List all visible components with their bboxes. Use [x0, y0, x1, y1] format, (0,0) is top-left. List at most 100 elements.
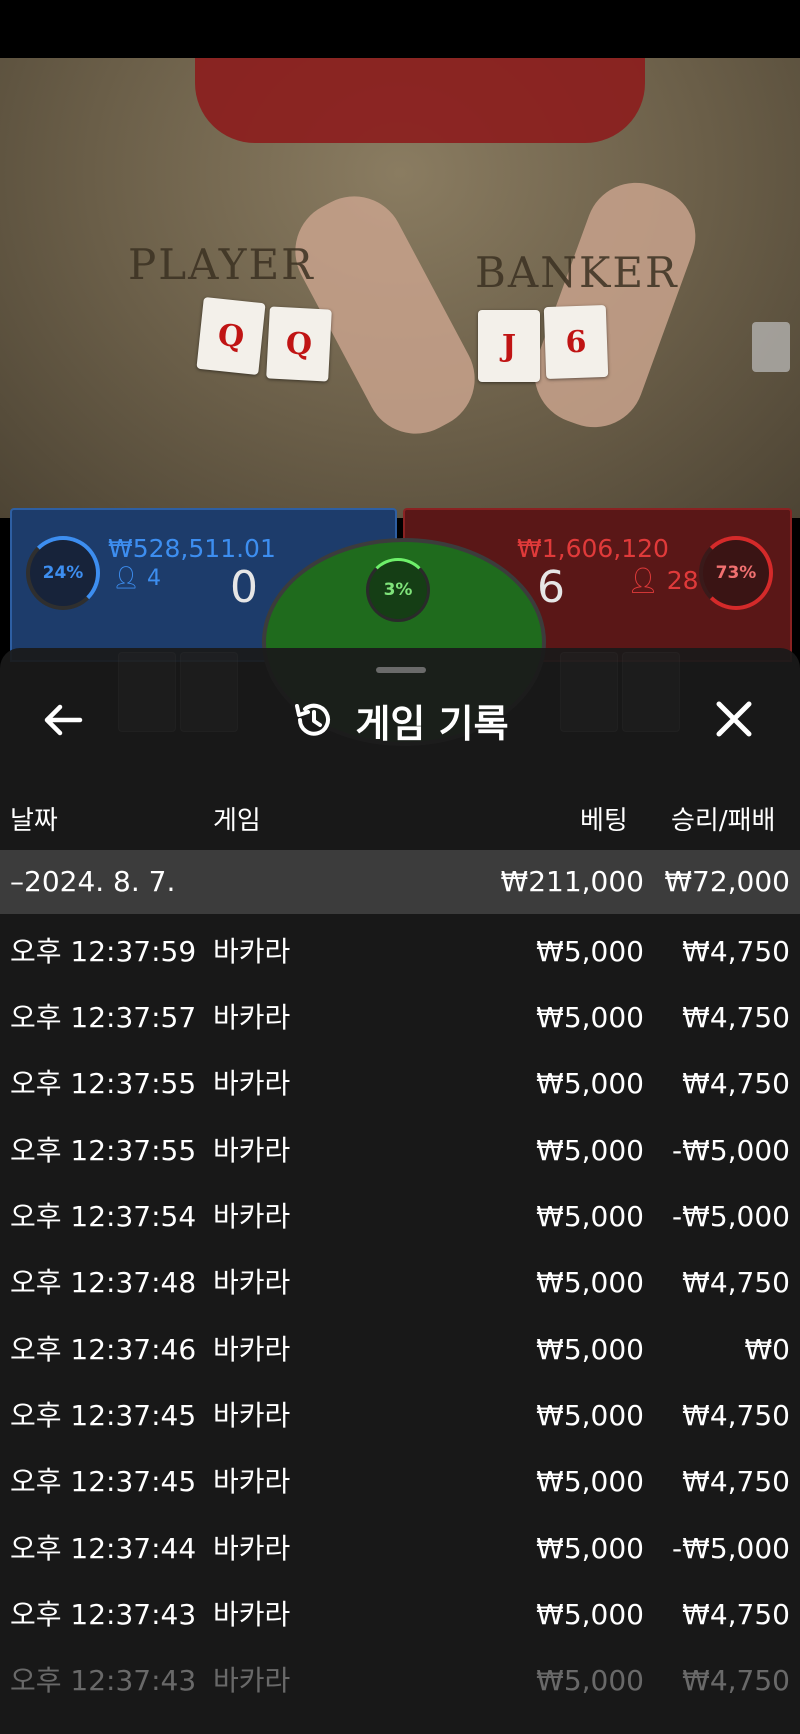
banker-percent: 73% [715, 563, 757, 583]
row-bet: ₩5,000 [536, 1333, 644, 1366]
row-bet: ₩5,000 [536, 1664, 644, 1697]
column-header-bet: 베팅 [580, 806, 628, 836]
row-time: 오후 12:37:46 [10, 1333, 197, 1366]
banker-percent-ring: 73% [699, 536, 773, 610]
row-bet: ₩5,000 [536, 935, 644, 968]
bg-card [118, 652, 176, 732]
player-percent: 24% [42, 563, 84, 583]
row-time: 오후 12:37:55 [10, 1067, 197, 1100]
row-game: 바카라 [213, 1266, 291, 1299]
row-bet: ₩5,000 [536, 1266, 644, 1299]
row-game: 바카라 [213, 1134, 291, 1167]
history-row[interactable]: 오후 12:37:55 바카라 ₩5,000 -₩5,000 [0, 1118, 800, 1184]
row-result: -₩5,000 [672, 1134, 790, 1167]
row-game: 바카라 [213, 1598, 291, 1631]
back-button[interactable] [40, 698, 92, 742]
banker-score: 6 [537, 562, 565, 613]
person-icon: 👤︎ [112, 566, 140, 591]
banker-bet-total: ₩1,606,120 [517, 534, 669, 563]
row-game: 바카라 [213, 1664, 291, 1697]
row-time: 오후 12:37:54 [10, 1200, 197, 1233]
row-result: ₩4,750 [682, 1664, 790, 1697]
row-game: 바카라 [213, 1532, 291, 1565]
row-game: 바카라 [213, 1067, 291, 1100]
table-label-banker: BANKER [475, 248, 679, 297]
row-result: ₩4,750 [682, 1001, 790, 1034]
row-game: 바카라 [213, 1333, 291, 1366]
row-game: 바카라 [213, 1399, 291, 1432]
row-bet: ₩5,000 [536, 1200, 644, 1233]
date-group-row[interactable]: –2024. 8. 7. ₩211,000 ₩72,000 [0, 850, 800, 914]
row-game: 바카라 [213, 1001, 291, 1034]
group-result-total: ₩72,000 [664, 865, 790, 898]
bg-card [560, 652, 618, 732]
column-header-result: 승리/패배 [671, 806, 776, 836]
player-score: 0 [230, 562, 258, 613]
row-result: ₩4,750 [682, 1067, 790, 1100]
row-time: 오후 12:37:48 [10, 1266, 197, 1299]
tie-percent: 3% [383, 580, 413, 600]
row-bet: ₩5,000 [536, 1134, 644, 1167]
sheet-drag-handle[interactable] [376, 667, 426, 673]
row-bet: ₩5,000 [536, 1598, 644, 1631]
close-icon [716, 701, 752, 737]
row-bet: ₩5,000 [536, 1399, 644, 1432]
history-row[interactable]: 오후 12:37:43 바카라 ₩5,000 ₩4,750 [0, 1648, 800, 1714]
row-result: ₩4,750 [682, 1598, 790, 1631]
banker-card-2: 6 [543, 304, 609, 380]
history-row[interactable]: 오후 12:37:48 바카라 ₩5,000 ₩4,750 [0, 1250, 800, 1316]
row-game: 바카라 [213, 1465, 291, 1498]
card-shoe [752, 322, 790, 372]
row-result: -₩5,000 [672, 1532, 790, 1565]
row-result: ₩0 [744, 1333, 791, 1366]
group-bet-total: ₩211,000 [500, 865, 644, 898]
close-button[interactable] [708, 696, 760, 744]
row-result: ₩4,750 [682, 935, 790, 968]
column-header-game: 게임 [213, 806, 261, 836]
column-header-date: 날짜 [10, 806, 58, 836]
history-row[interactable]: 오후 12:37:54 바카라 ₩5,000 -₩5,000 [0, 1184, 800, 1250]
history-row[interactable]: 오후 12:37:43 바카라 ₩5,000 ₩4,750 [0, 1582, 800, 1648]
history-row[interactable]: 오후 12:37:45 바카라 ₩5,000 ₩4,750 [0, 1383, 800, 1449]
history-row[interactable]: 오후 12:37:55 바카라 ₩5,000 ₩4,750 [0, 1051, 800, 1117]
banker-card-1: J [478, 310, 540, 382]
bg-card [180, 652, 238, 732]
player-count: 👤︎ 4 [112, 566, 161, 591]
group-date: –2024. 8. 7. [10, 865, 176, 898]
row-game: 바카라 [213, 1200, 291, 1233]
row-time: 오후 12:37:44 [10, 1532, 197, 1565]
dealer-dress [195, 58, 645, 143]
row-time: 오후 12:37:55 [10, 1134, 197, 1167]
banker-count: 👤︎ 28 [627, 566, 699, 595]
bg-card [622, 652, 680, 732]
person-icon: 👤︎ [627, 566, 659, 595]
row-time: 오후 12:37:43 [10, 1664, 197, 1697]
row-bet: ₩5,000 [536, 1001, 644, 1034]
history-row[interactable]: 오후 12:37:46 바카라 ₩5,000 ₩0 [0, 1317, 800, 1383]
row-result: ₩4,750 [682, 1465, 790, 1498]
history-row[interactable]: 오후 12:37:59 바카라 ₩5,000 ₩4,750 [0, 919, 800, 985]
row-game: 바카라 [213, 935, 291, 968]
row-time: 오후 12:37:57 [10, 1001, 197, 1034]
row-bet: ₩5,000 [536, 1465, 644, 1498]
status-bar [0, 0, 800, 58]
player-card-1: Q [196, 296, 266, 376]
player-card-2: Q [266, 306, 332, 382]
row-time: 오후 12:37:43 [10, 1598, 197, 1631]
table-label-player: PLAYER [128, 240, 315, 289]
row-time: 오후 12:37:59 [10, 935, 197, 968]
player-bet-total: ₩528,511.01 [108, 534, 276, 563]
row-time: 오후 12:37:45 [10, 1399, 197, 1432]
arrow-left-icon [44, 704, 83, 736]
history-row[interactable]: 오후 12:37:57 바카라 ₩5,000 ₩4,750 [0, 985, 800, 1051]
history-row[interactable]: 오후 12:37:44 바카라 ₩5,000 -₩5,000 [0, 1516, 800, 1582]
row-bet: ₩5,000 [536, 1532, 644, 1565]
row-time: 오후 12:37:45 [10, 1465, 197, 1498]
tie-percent-ring: 3% [366, 558, 430, 622]
player-percent-ring: 24% [26, 536, 100, 610]
row-bet: ₩5,000 [536, 1067, 644, 1100]
history-row[interactable]: 오후 12:37:45 바카라 ₩5,000 ₩4,750 [0, 1449, 800, 1515]
row-result: ₩4,750 [682, 1399, 790, 1432]
row-result: -₩5,000 [672, 1200, 790, 1233]
row-result: ₩4,750 [682, 1266, 790, 1299]
